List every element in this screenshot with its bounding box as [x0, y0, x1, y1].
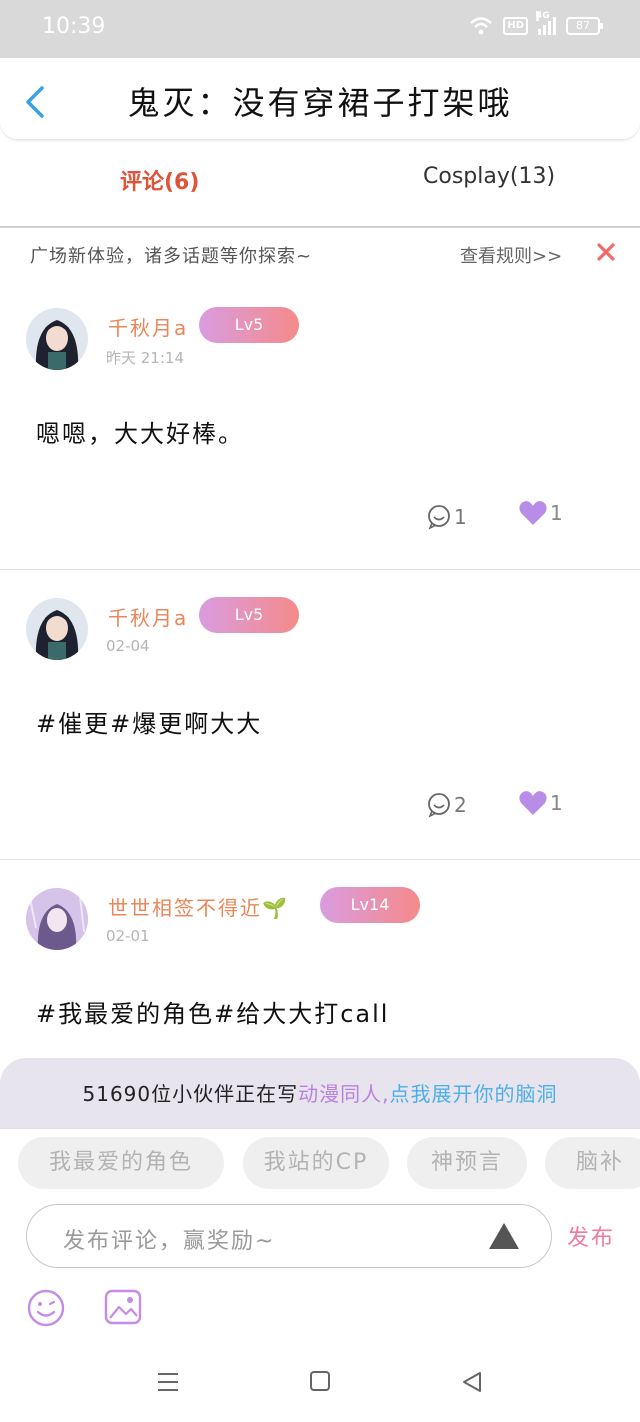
- avatar-image: [26, 598, 88, 660]
- heart-icon: [519, 791, 547, 815]
- avatar[interactable]: [26, 598, 88, 660]
- like-count: 1: [550, 501, 563, 525]
- smiley-icon: [27, 1289, 65, 1327]
- comment-author[interactable]: 千秋月a: [108, 312, 188, 341]
- heart-icon: [519, 501, 547, 525]
- avatar[interactable]: [26, 888, 88, 950]
- comment-author[interactable]: 世世相签不得近🌱: [108, 892, 289, 921]
- level-badge: Lv5: [199, 597, 299, 633]
- notice-banner: 广场新体验，诸多话题等你探索~ 查看规则>>: [0, 230, 640, 278]
- comment-item: 世世相签不得近🌱 Lv14 02-01 #我最爱的角色#给大大打call: [0, 860, 640, 1060]
- comment-input-placeholder: 发布评论，赢奖励~: [63, 1229, 276, 1254]
- comment-text: 嗯嗯，大大好棒。: [36, 420, 244, 448]
- reply-count: 2: [454, 793, 467, 817]
- status-bar: 10:39 HD 4G 87: [0, 0, 640, 58]
- view-rules-link[interactable]: 查看规则>>: [460, 242, 562, 268]
- hd-badge: HD: [503, 17, 528, 35]
- comment-item: 千秋月a Lv5 昨天 21:14 嗯嗯，大大好棒。 1 1: [0, 280, 640, 570]
- comment-text: #我最爱的角色#给大大打call: [36, 1000, 390, 1028]
- promo-highlight: 动漫同人,: [298, 1082, 390, 1106]
- image-icon: [104, 1289, 142, 1325]
- network-type: 4G: [536, 11, 550, 21]
- reply-button[interactable]: 2: [426, 792, 467, 818]
- comment-time: 昨天 21:14: [106, 349, 184, 367]
- topic-chip[interactable]: 我最爱的角色: [18, 1137, 224, 1189]
- topic-chip[interactable]: 脑补: [545, 1137, 640, 1189]
- level-badge: Lv14: [320, 887, 420, 923]
- comment-bubble-icon: [428, 793, 450, 818]
- topic-chips: 我最爱的角色 我站的CP 神预言 脑补: [0, 1128, 640, 1194]
- input-tools: [0, 1284, 640, 1334]
- menu-icon[interactable]: [156, 1370, 180, 1394]
- back-button[interactable]: [22, 84, 50, 120]
- publish-button[interactable]: 发布: [567, 1220, 615, 1252]
- tab-comments[interactable]: 评论(6): [120, 164, 199, 196]
- like-button[interactable]: 1: [518, 500, 563, 526]
- avatar[interactable]: [26, 308, 88, 370]
- comment-input-row: 发布评论，赢奖励~ 发布: [0, 1200, 640, 1280]
- reply-count: 1: [454, 505, 467, 529]
- comment-time: 02-01: [106, 927, 150, 945]
- chevron-left-icon: [26, 86, 44, 118]
- level-badge: Lv5: [199, 307, 299, 343]
- topic-chip[interactable]: 神预言: [407, 1137, 527, 1189]
- image-button[interactable]: [104, 1288, 142, 1326]
- reply-button[interactable]: 1: [426, 504, 467, 530]
- wifi-icon: [469, 16, 493, 36]
- page-title: 鬼灭：没有穿裙子打架哦: [127, 84, 513, 122]
- like-count: 1: [550, 791, 563, 815]
- comment-author[interactable]: 千秋月a: [108, 602, 188, 631]
- signal-icon: 4G: [536, 11, 556, 35]
- app-header: 鬼灭：没有穿裙子打架哦: [0, 58, 640, 140]
- comment-bubble-icon: [428, 505, 450, 530]
- promo-text: 51690位小伙伴正在写动漫同人,点我展开你的脑洞: [0, 1078, 640, 1107]
- avatar-image: [26, 888, 88, 950]
- notice-text: 广场新体验，诸多话题等你探索~: [30, 246, 313, 267]
- topic-chip[interactable]: 我站的CP: [243, 1137, 389, 1189]
- comment-time: 02-04: [106, 637, 150, 655]
- avatar-image: [26, 308, 88, 370]
- comment-input[interactable]: 发布评论，赢奖励~: [26, 1204, 552, 1268]
- system-nav-bar: [0, 1350, 640, 1422]
- emoji-button[interactable]: [26, 1288, 66, 1328]
- tab-bar: 评论(6) Cosplay(13): [0, 140, 640, 228]
- status-icons: HD 4G 87: [469, 11, 603, 36]
- close-notice-button[interactable]: [594, 240, 618, 264]
- promo-link[interactable]: 点我展开你的脑洞: [389, 1082, 557, 1106]
- expand-up-icon[interactable]: [487, 1221, 521, 1251]
- promo-prefix: 51690位小伙伴正在写: [82, 1082, 299, 1106]
- like-button[interactable]: 1: [518, 790, 563, 816]
- close-icon: [597, 243, 615, 261]
- battery-icon: 87: [566, 17, 603, 35]
- tab-cosplay[interactable]: Cosplay(13): [423, 164, 555, 189]
- comment-item: 千秋月a Lv5 02-04 #催更#爆更啊大大 2 1: [0, 570, 640, 860]
- home-icon[interactable]: [309, 1370, 331, 1392]
- back-triangle-icon[interactable]: [460, 1370, 484, 1394]
- promo-banner[interactable]: 51690位小伙伴正在写动漫同人,点我展开你的脑洞: [0, 1058, 640, 1128]
- comment-text: #催更#爆更啊大大: [36, 710, 263, 738]
- status-time: 10:39: [42, 14, 106, 39]
